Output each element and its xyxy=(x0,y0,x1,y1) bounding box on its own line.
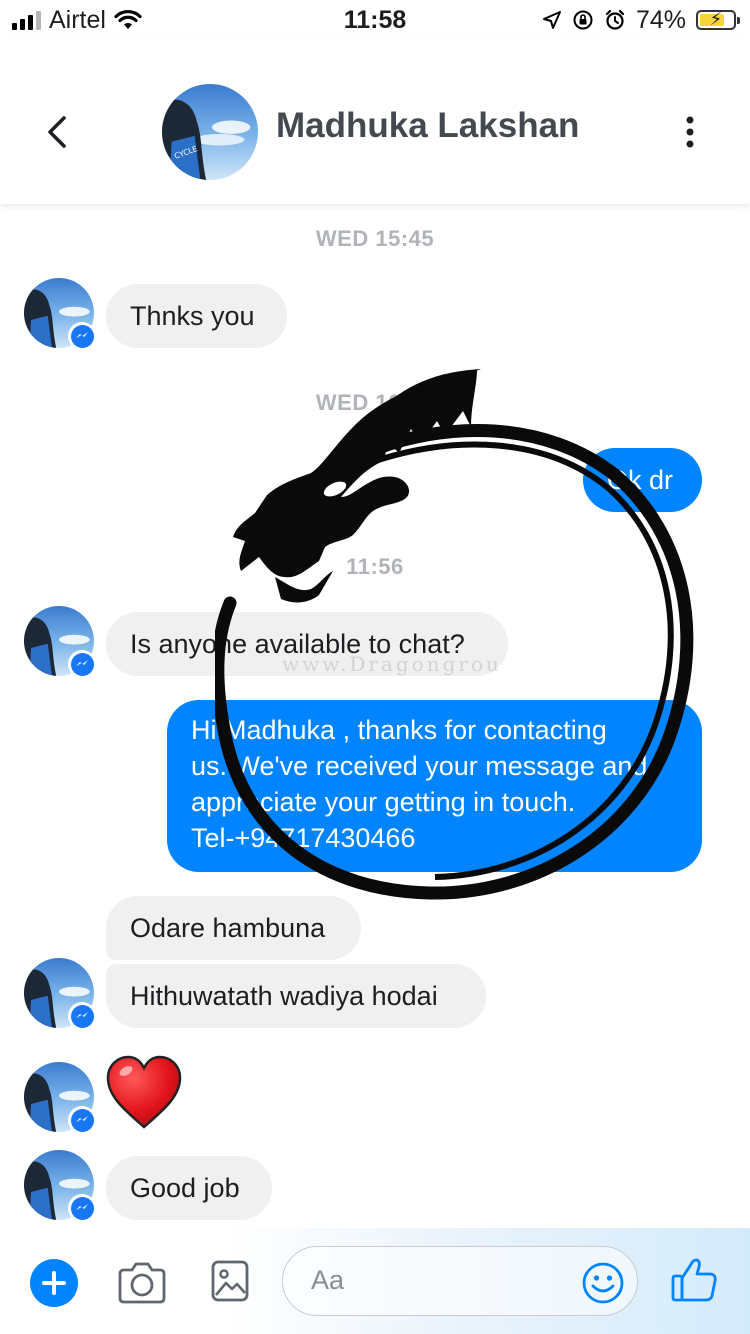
emoji-icon[interactable] xyxy=(581,1261,625,1305)
conversation-header: CYCLE Madhuka Lakshan xyxy=(0,40,750,204)
plus-icon[interactable] xyxy=(30,1259,78,1307)
timestamp: WED 15:45 xyxy=(315,226,435,251)
heart-icon[interactable] xyxy=(104,1053,184,1131)
message-line: us. We've received your message and xyxy=(191,751,648,781)
alarm-icon xyxy=(605,9,625,30)
message-input-placeholder: Aa xyxy=(311,1265,345,1295)
message-line: Hi Madhuka , thanks for contacting xyxy=(191,715,607,745)
thumbs-up-icon[interactable] xyxy=(670,1256,718,1304)
timestamp: WED 16:38 xyxy=(315,390,435,415)
back-chevron-icon[interactable] xyxy=(36,110,80,154)
message-bubble-incoming[interactable]: Odare hambuna xyxy=(106,896,361,960)
watermark-text: www.Dragongrou xyxy=(282,652,502,676)
more-vertical-icon[interactable] xyxy=(670,110,710,154)
message-text: Thnks you xyxy=(130,301,255,331)
message-text: Hithuwatath wadiya hodai xyxy=(130,981,438,1011)
messenger-badge-icon xyxy=(68,1002,96,1030)
battery-percent: 74% xyxy=(635,5,686,34)
image-icon[interactable] xyxy=(210,1259,250,1303)
message-text: Ok dr xyxy=(607,465,674,495)
contact-avatar[interactable]: CYCLE xyxy=(162,84,258,180)
message-bubble-incoming[interactable]: Good job xyxy=(106,1156,272,1220)
message-bubble-outgoing[interactable]: Hi Madhuka , thanks for contacting us. W… xyxy=(167,700,702,872)
message-line: appreciate your getting in touch. xyxy=(191,787,576,817)
contact-name[interactable]: Madhuka Lakshan xyxy=(276,106,579,146)
location-icon xyxy=(542,11,561,29)
message-bubble-outgoing[interactable]: Ok dr xyxy=(583,448,702,512)
messenger-badge-icon xyxy=(68,322,96,350)
message-input[interactable]: Aa xyxy=(282,1246,638,1316)
contact-avatar-small[interactable] xyxy=(24,606,96,678)
camera-icon[interactable] xyxy=(116,1260,168,1306)
messenger-badge-icon xyxy=(68,650,96,678)
orientation-lock-icon xyxy=(573,10,593,30)
battery-charging-icon: ⚡ xyxy=(696,9,740,30)
contact-avatar-small[interactable] xyxy=(24,278,96,350)
message-bubble-incoming[interactable]: Thnks you xyxy=(106,284,287,348)
message-text: Good job xyxy=(130,1173,240,1203)
message-line: Tel-+94717430466 xyxy=(191,823,416,853)
timestamp: 11:56 xyxy=(346,554,404,579)
contact-avatar-small[interactable] xyxy=(24,1150,96,1222)
message-bubble-incoming[interactable]: Hithuwatath wadiya hodai xyxy=(106,964,486,1028)
messenger-badge-icon xyxy=(68,1106,96,1134)
contact-avatar-small[interactable] xyxy=(24,958,96,1030)
message-text: Odare hambuna xyxy=(130,913,326,943)
contact-avatar-small[interactable] xyxy=(24,1062,96,1134)
composer-bar: Aa xyxy=(0,1228,750,1334)
messenger-badge-icon xyxy=(68,1194,96,1222)
status-bar: Airtel 11:58 74% ⚡ xyxy=(0,0,750,40)
